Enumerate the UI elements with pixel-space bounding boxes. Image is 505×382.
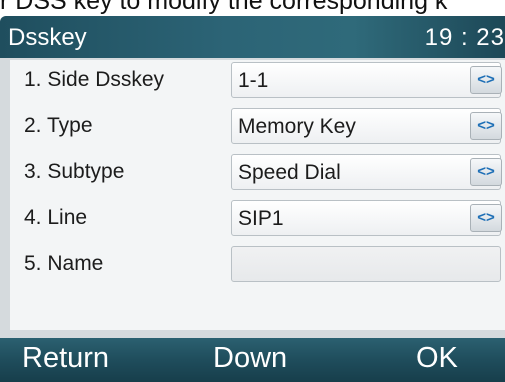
line-label: 4. Line bbox=[24, 206, 88, 229]
name-label: 5. Name bbox=[24, 252, 104, 275]
side-dsskey-switch-icon[interactable]: <> bbox=[470, 66, 502, 94]
type-label: 2. Type bbox=[24, 114, 93, 137]
subtype-switch-icon[interactable]: <> bbox=[470, 158, 502, 186]
side-dsskey-value: 1-1 bbox=[238, 69, 269, 92]
subtype-field[interactable]: Speed Dial <> bbox=[231, 154, 502, 190]
screen-title: Dsskey bbox=[8, 24, 87, 51]
title-bar: Dsskey 19 : 23 bbox=[0, 16, 505, 58]
down-softkey[interactable]: Down bbox=[213, 342, 287, 375]
type-switch-icon[interactable]: <> bbox=[470, 112, 502, 140]
settings-panel: 1. Side Dsskey 1-1 <> 2. Type Memory Key… bbox=[10, 60, 505, 330]
instruction-caption: r DSS key to modify the corresponding k bbox=[0, 0, 448, 15]
row-side-dsskey[interactable]: 1. Side Dsskey 1-1 <> bbox=[10, 60, 505, 104]
return-softkey[interactable]: Return bbox=[22, 342, 109, 375]
subtype-label: 3. Subtype bbox=[24, 160, 125, 183]
side-dsskey-field[interactable]: 1-1 <> bbox=[231, 62, 502, 98]
type-value: Memory Key bbox=[238, 115, 356, 138]
subtype-value: Speed Dial bbox=[238, 161, 341, 184]
phone-screen: Dsskey 19 : 23 1. Side Dsskey 1-1 <> 2. … bbox=[0, 16, 505, 382]
name-input[interactable] bbox=[231, 246, 501, 282]
ok-softkey[interactable]: OK bbox=[416, 342, 458, 375]
line-field[interactable]: SIP1 <> bbox=[231, 200, 502, 236]
row-subtype[interactable]: 3. Subtype Speed Dial <> bbox=[10, 152, 505, 196]
row-line[interactable]: 4. Line SIP1 <> bbox=[10, 198, 505, 242]
row-name[interactable]: 5. Name bbox=[10, 244, 505, 288]
side-dsskey-label: 1. Side Dsskey bbox=[24, 68, 165, 91]
type-field[interactable]: Memory Key <> bbox=[231, 108, 502, 144]
clock: 19 : 23 bbox=[424, 24, 505, 51]
line-switch-icon[interactable]: <> bbox=[470, 204, 502, 232]
row-type[interactable]: 2. Type Memory Key <> bbox=[10, 106, 505, 150]
line-value: SIP1 bbox=[238, 207, 284, 230]
softkey-bar: Return Down OK bbox=[0, 338, 505, 382]
